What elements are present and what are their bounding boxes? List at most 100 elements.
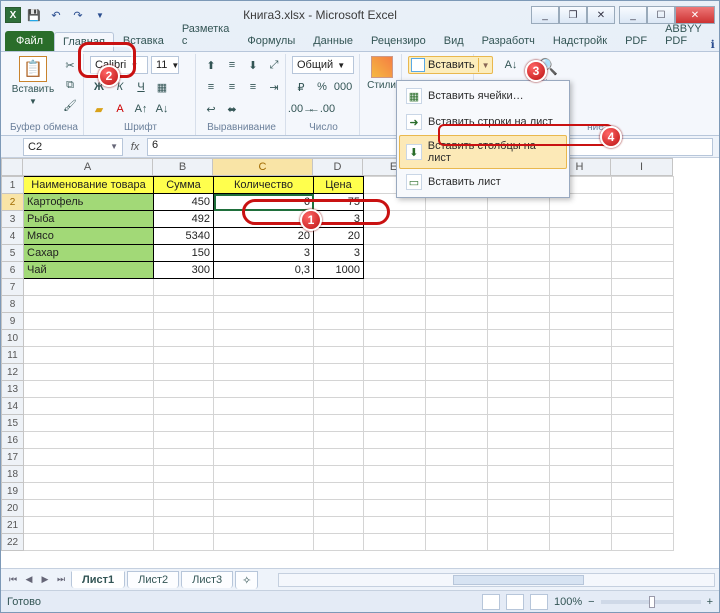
orientation-icon[interactable]: ⤢: [265, 56, 283, 74]
cell-F17[interactable]: [426, 449, 488, 466]
cell-G17[interactable]: [488, 449, 550, 466]
cell-G8[interactable]: [488, 296, 550, 313]
cell-I19[interactable]: [612, 483, 674, 500]
cell-B3[interactable]: 492: [154, 211, 214, 228]
cell-A3[interactable]: Рыба: [24, 211, 154, 228]
cell-F20[interactable]: [426, 500, 488, 517]
cell-G21[interactable]: [488, 517, 550, 534]
row-header[interactable]: 17: [2, 449, 24, 466]
cell-H6[interactable]: [550, 262, 612, 279]
cell-B4[interactable]: 5340: [154, 228, 214, 245]
comma-icon[interactable]: 000: [334, 78, 352, 96]
grow-font-icon[interactable]: A↑: [132, 100, 150, 118]
cell-B18[interactable]: [154, 466, 214, 483]
cell-E15[interactable]: [364, 415, 426, 432]
cell-H19[interactable]: [550, 483, 612, 500]
cell-A10[interactable]: [24, 330, 154, 347]
cell-F5[interactable]: [426, 245, 488, 262]
cell-E21[interactable]: [364, 517, 426, 534]
tab-addins[interactable]: Надстройк: [544, 31, 616, 51]
cell-G20[interactable]: [488, 500, 550, 517]
cell-A7[interactable]: [24, 279, 154, 296]
cell-A21[interactable]: [24, 517, 154, 534]
cell-H4[interactable]: [550, 228, 612, 245]
cell-A17[interactable]: [24, 449, 154, 466]
cell-I18[interactable]: [612, 466, 674, 483]
tab-view[interactable]: Вид: [435, 31, 473, 51]
cell-E3[interactable]: [364, 211, 426, 228]
tab-home[interactable]: Главная: [54, 32, 114, 51]
cell-H3[interactable]: [550, 211, 612, 228]
view-page-layout-icon[interactable]: [506, 594, 524, 610]
doc-min-button[interactable]: _: [531, 6, 559, 24]
cell-G3[interactable]: [488, 211, 550, 228]
tab-formulas[interactable]: Формулы: [238, 31, 304, 51]
tab-review[interactable]: Рецензиро: [362, 31, 435, 51]
cell-G16[interactable]: [488, 432, 550, 449]
cell-B2[interactable]: 450: [154, 194, 214, 211]
cell-H12[interactable]: [550, 364, 612, 381]
cell-I22[interactable]: [612, 534, 674, 551]
tab-insert[interactable]: Вставка: [114, 31, 173, 51]
cell-E18[interactable]: [364, 466, 426, 483]
cell-A1[interactable]: Наименование товара: [24, 177, 154, 194]
cell-I8[interactable]: [612, 296, 674, 313]
cell-H8[interactable]: [550, 296, 612, 313]
cell-E11[interactable]: [364, 347, 426, 364]
cell-I5[interactable]: [612, 245, 674, 262]
cell-D21[interactable]: [314, 517, 364, 534]
cell-G4[interactable]: [488, 228, 550, 245]
cell-C3[interactable]: 9: [214, 211, 314, 228]
cell-I17[interactable]: [612, 449, 674, 466]
doc-close-button[interactable]: ✕: [587, 6, 615, 24]
cell-F14[interactable]: [426, 398, 488, 415]
cell-D17[interactable]: [314, 449, 364, 466]
cell-B5[interactable]: 150: [154, 245, 214, 262]
cell-A8[interactable]: [24, 296, 154, 313]
cell-D5[interactable]: 3: [314, 245, 364, 262]
cell-C18[interactable]: [214, 466, 314, 483]
cell-A22[interactable]: [24, 534, 154, 551]
cell-B17[interactable]: [154, 449, 214, 466]
name-box[interactable]: C2 ▼: [23, 138, 123, 156]
row-header[interactable]: 18: [2, 466, 24, 483]
win-min-button[interactable]: _: [619, 6, 647, 24]
insert-split-button[interactable]: Вставить ▼: [408, 56, 493, 74]
view-normal-icon[interactable]: [482, 594, 500, 610]
cell-A11[interactable]: [24, 347, 154, 364]
cell-B15[interactable]: [154, 415, 214, 432]
font-size-combo[interactable]: 11▼: [151, 56, 179, 74]
cell-B20[interactable]: [154, 500, 214, 517]
cell-H10[interactable]: [550, 330, 612, 347]
cell-E7[interactable]: [364, 279, 426, 296]
cell-D6[interactable]: 1000: [314, 262, 364, 279]
cell-C22[interactable]: [214, 534, 314, 551]
cell-D11[interactable]: [314, 347, 364, 364]
cell-C15[interactable]: [214, 415, 314, 432]
cell-I14[interactable]: [612, 398, 674, 415]
col-header-D[interactable]: D: [313, 158, 363, 176]
tab-developer[interactable]: Разработч: [473, 31, 544, 51]
sheet-tab-1[interactable]: Лист1: [71, 571, 125, 588]
cell-E19[interactable]: [364, 483, 426, 500]
cell-G18[interactable]: [488, 466, 550, 483]
merge-icon[interactable]: ⬌: [223, 100, 241, 118]
sort-icon[interactable]: A↓: [502, 56, 520, 74]
cell-G13[interactable]: [488, 381, 550, 398]
cell-D7[interactable]: [314, 279, 364, 296]
cell-F16[interactable]: [426, 432, 488, 449]
cell-D8[interactable]: [314, 296, 364, 313]
cell-D16[interactable]: [314, 432, 364, 449]
cell-C14[interactable]: [214, 398, 314, 415]
cell-A6[interactable]: Чай: [24, 262, 154, 279]
dec-decimal-icon[interactable]: ←.00: [313, 100, 331, 118]
cell-C17[interactable]: [214, 449, 314, 466]
cell-F13[interactable]: [426, 381, 488, 398]
cell-I11[interactable]: [612, 347, 674, 364]
cell-H5[interactable]: [550, 245, 612, 262]
row-header[interactable]: 6: [2, 262, 24, 279]
cell-A2[interactable]: Картофель: [24, 194, 154, 211]
inc-decimal-icon[interactable]: .00→: [292, 100, 310, 118]
col-header-C[interactable]: C: [213, 158, 313, 176]
cell-F21[interactable]: [426, 517, 488, 534]
